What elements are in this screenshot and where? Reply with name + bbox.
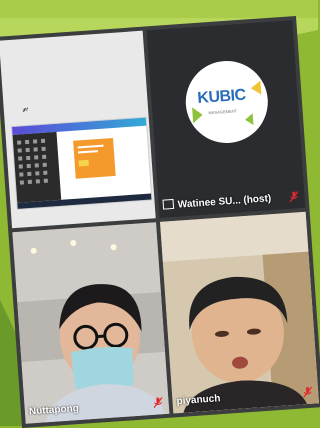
host-logo: KUBIC MANAGEMENT bbox=[183, 58, 271, 146]
shared-screen bbox=[10, 116, 153, 210]
screen-share-tile[interactable]: 𝓋 bbox=[0, 30, 156, 229]
logo-triangle bbox=[250, 80, 262, 96]
host-tile[interactable]: KUBIC MANAGEMENT Watinee SU... (host) bbox=[146, 20, 306, 218]
logo-subtext: MANAGEMENT bbox=[208, 108, 238, 116]
participant-video bbox=[159, 211, 320, 414]
logo-triangle bbox=[192, 106, 204, 124]
screen-share-icon bbox=[162, 199, 175, 211]
participant-tile-nuttapong[interactable]: Nuttapong bbox=[12, 222, 170, 424]
shared-screen-sidebar bbox=[12, 131, 62, 203]
participant-name: Watinee SU... (host) bbox=[162, 193, 272, 212]
participant-tile-piyanuch[interactable]: piyanuch bbox=[159, 211, 320, 414]
participant-video bbox=[12, 222, 170, 424]
muted-mic-icon bbox=[289, 190, 299, 203]
video-grid: 𝓋 KUBIC MANAGEMENT Watinee SU... (host) … bbox=[0, 15, 320, 428]
muted-mic-icon bbox=[153, 396, 163, 409]
logo-triangle bbox=[244, 113, 254, 126]
logo-text: KUBIC bbox=[196, 86, 247, 107]
signature-mark: 𝓋 bbox=[21, 100, 29, 116]
shared-screen-topbar bbox=[12, 117, 147, 136]
shared-document-preview bbox=[73, 138, 116, 179]
host-name-label: Watinee SU... (host) bbox=[177, 193, 272, 211]
muted-mic-icon bbox=[303, 386, 313, 399]
